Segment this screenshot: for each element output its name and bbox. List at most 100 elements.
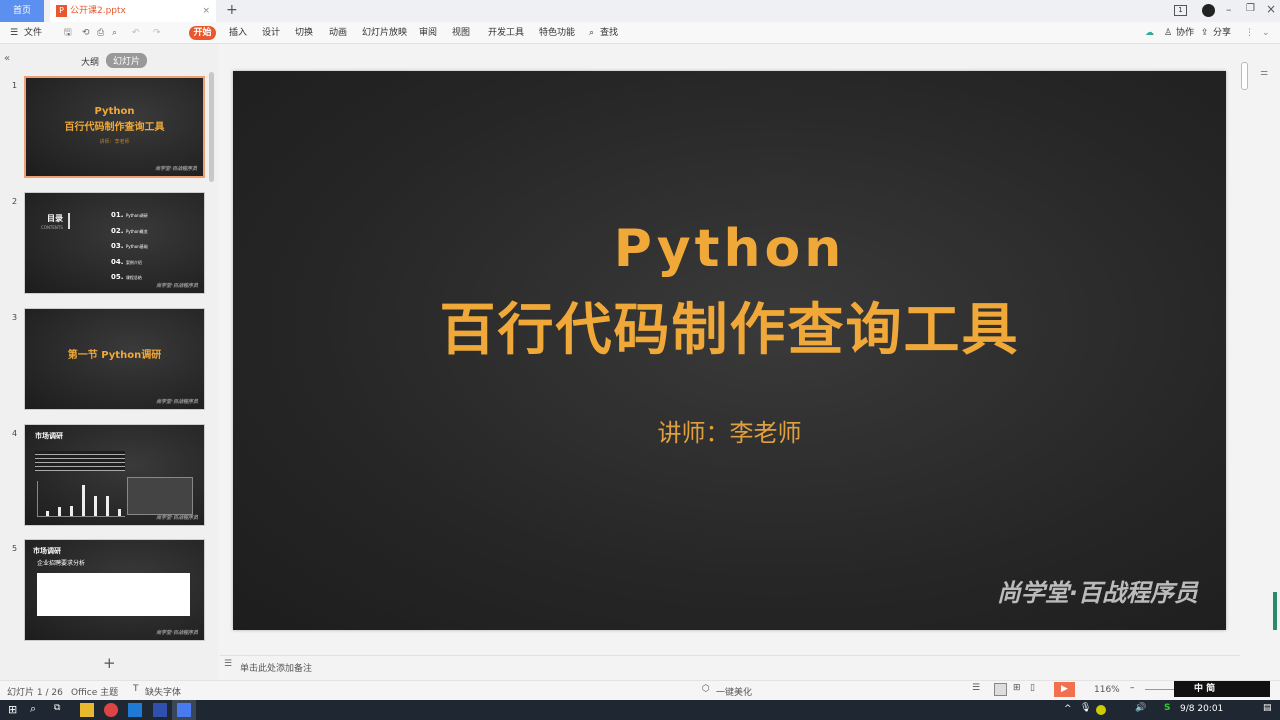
cloud-sync-icon[interactable]: ☁ [1145, 22, 1154, 44]
tab-view[interactable]: 视图 [452, 22, 470, 44]
new-tab-button[interactable]: + [226, 2, 238, 18]
tab-design[interactable]: 设计 [262, 22, 280, 44]
chrome-icon[interactable] [104, 703, 118, 717]
clock[interactable]: 9/8 20:01 [1180, 704, 1223, 714]
menu-icon[interactable]: ☰ [10, 22, 18, 44]
notes-placeholder[interactable]: 单击此处添加备注 [240, 661, 312, 674]
avatar[interactable] [1202, 4, 1215, 17]
tab-insert[interactable]: 插入 [229, 22, 247, 44]
zoom-level[interactable]: 116% [1094, 685, 1120, 695]
format-painter-icon[interactable]: ⟲ [82, 22, 90, 44]
thumb-title: 市场调研 [35, 432, 63, 440]
slide-thumbnail-2[interactable]: 目录 CONTENTS 01. Python调研 02. Python概览 03… [24, 192, 205, 294]
tray-expand-icon[interactable]: ^ [1064, 704, 1072, 714]
zoom-out-icon[interactable]: – [1130, 683, 1135, 693]
sorter-view-icon[interactable]: ⊞ [1013, 683, 1021, 693]
notes-area[interactable]: ☰ 单击此处添加备注 [220, 655, 1240, 675]
panel-scrollbar[interactable] [209, 72, 214, 182]
tray-app-icon[interactable] [1096, 705, 1106, 715]
thumb-title: 市场调研 [33, 547, 61, 555]
wps-taskbar-item[interactable] [172, 700, 196, 720]
tab-animation[interactable]: 动画 [329, 22, 347, 44]
slide-thumbnail-1[interactable]: Python 百行代码制作查询工具 讲师：李老师 尚学堂·百战程序员 [24, 76, 205, 178]
beautify-button[interactable]: 一键美化 [716, 685, 752, 698]
status-bar: 幻灯片 1 / 26 Office 主题 T 缺失字体 ⬡ 一键美化 ☰ ⊞ ▯… [0, 680, 1280, 700]
tab-document[interactable]: P 公开课2.pptx × [50, 0, 216, 22]
thumb-subtitle: 百行代码制作查询工具 [64, 122, 165, 133]
more-icon[interactable]: ⋮ [1245, 22, 1254, 44]
slide-thumbnail-3[interactable]: 第一节 Python调研 尚学堂·百战程序员 [24, 308, 205, 410]
slides-tab[interactable]: 幻灯片 [106, 53, 148, 68]
microphone-icon[interactable]: 🎙 [1080, 703, 1091, 713]
thumb-lecturer: 讲师：李老师 [99, 139, 130, 145]
print-icon[interactable]: ⎙ [97, 22, 104, 44]
toc-label: Python基础 [125, 244, 148, 249]
collab-button[interactable]: 协作 [1176, 22, 1194, 44]
slide-thumbnail-4[interactable]: 市场调研 尚学堂·百战程序员 [24, 424, 205, 526]
tab-features[interactable]: 特色功能 [539, 22, 575, 44]
user-icon: ♙ [1164, 28, 1173, 38]
slide-panel: « 大纲 幻灯片 1 Python 百行代码制作查询工具 讲师：李老师 尚学堂·… [0, 44, 218, 680]
ime-mode[interactable]: 中 简 [1194, 684, 1215, 694]
search-icon[interactable]: ⌕ [589, 22, 594, 44]
add-slide-button[interactable]: + [103, 654, 116, 672]
tab-developer[interactable]: 开发工具 [488, 22, 524, 44]
thumb-logo: 尚学堂·百战程序员 [156, 515, 198, 521]
task-view-icon[interactable]: ⧉ [54, 703, 60, 713]
main-scrollbar[interactable] [1241, 62, 1248, 90]
search-button[interactable]: 查找 [600, 22, 618, 44]
ime-toolbar[interactable]: 中 简 [1174, 681, 1270, 697]
vscode-icon[interactable] [128, 703, 142, 717]
notification-icon[interactable]: ▤ [1263, 703, 1272, 713]
brand-logo: 尚学堂·百战程序员 [996, 579, 1198, 607]
windows-start-icon[interactable]: ⊞ [8, 703, 17, 716]
tab-review[interactable]: 审阅 [419, 22, 437, 44]
outline-tab[interactable]: 大纲 [81, 55, 99, 68]
normal-view-icon[interactable] [994, 683, 1007, 696]
share-button[interactable]: 分享 [1213, 22, 1231, 44]
taskbar: ⊞ ⌕ ⧉ ^ 🎙 🔊 S 9/8 20:01 ▤ [0, 700, 1280, 720]
pptx-file-icon: P [56, 5, 67, 17]
search-icon[interactable]: ⌕ [30, 702, 36, 716]
beautify-icon: ⬡ [702, 684, 710, 694]
slide-canvas[interactable]: Python 百行代码制作查询工具 讲师：李老师 尚学堂·百战程序员 [233, 71, 1226, 630]
close-window-icon[interactable]: × [1266, 2, 1276, 16]
play-slideshow-button[interactable]: ▶ [1054, 682, 1075, 697]
pycharm-icon[interactable] [153, 703, 167, 717]
minimize-icon[interactable]: – [1226, 3, 1232, 16]
thumb-subtitle: CONTENTS [41, 225, 63, 230]
tab-slideshow[interactable]: 幻灯片放映 [362, 22, 407, 44]
volume-icon[interactable]: 🔊 [1135, 703, 1146, 713]
sogou-icon[interactable]: S [1164, 703, 1170, 713]
tab-transition[interactable]: 切换 [295, 22, 313, 44]
thumb-subtitle: 企业招聘要求分析 [37, 560, 86, 567]
tab-start[interactable]: 开始 [189, 26, 216, 40]
toc-label: Python概览 [125, 228, 148, 234]
undo-icon[interactable]: ↶ [132, 22, 140, 44]
restore-icon[interactable]: ❐ [1246, 3, 1255, 14]
preview-icon[interactable]: ⌕ [112, 22, 117, 44]
slide-title: Python [613, 219, 846, 279]
tab-home[interactable]: 首页 [0, 0, 44, 22]
font-icon: T [133, 684, 139, 694]
save-icon[interactable]: 🖫 [64, 22, 72, 44]
collapse-ribbon-icon[interactable]: ⌄ [1262, 22, 1270, 44]
page-count-icon[interactable]: 1 [1174, 5, 1187, 16]
toc-number: 02. [111, 226, 124, 235]
share-icon: ⇪ [1201, 28, 1209, 38]
collapse-panel-icon[interactable]: « [4, 53, 10, 64]
toc-number: 04. [111, 257, 124, 266]
slide-thumbnail-5[interactable]: 市场调研 企业招聘要求分析 尚学堂·百战程序员 [24, 539, 205, 641]
missing-font-button[interactable]: 缺失字体 [145, 685, 181, 698]
properties-icon[interactable]: ⚌ [1260, 68, 1268, 78]
thumb-logo: 尚学堂·百战程序员 [156, 283, 198, 289]
tab-document-label: 公开课2.pptx [70, 6, 126, 16]
zoom-slider[interactable] [1145, 689, 1175, 690]
redo-icon[interactable]: ↷ [153, 22, 161, 44]
toc-label: Python调研 [125, 213, 148, 218]
explorer-icon[interactable] [80, 703, 94, 717]
file-menu[interactable]: 文件 [24, 22, 42, 44]
close-tab-icon[interactable]: × [202, 0, 210, 22]
notes-toggle-icon[interactable]: ☰ [972, 683, 980, 693]
reading-view-icon[interactable]: ▯ [1030, 683, 1035, 693]
